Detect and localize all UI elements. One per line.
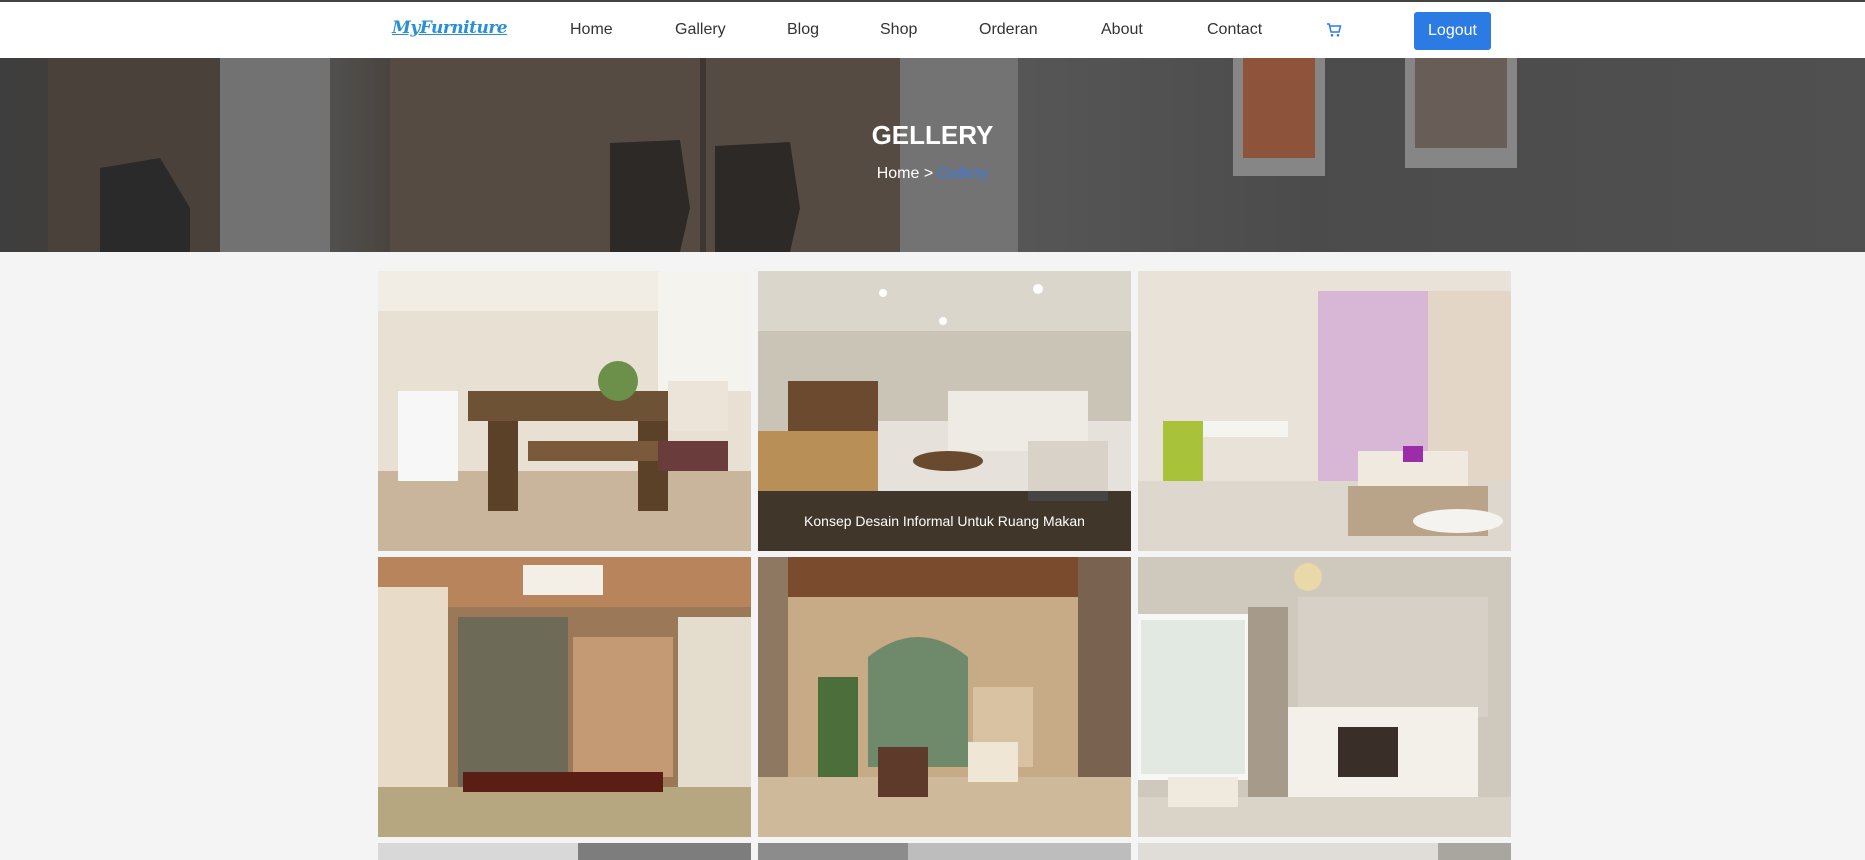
logout-button[interactable]: Logout <box>1414 12 1491 50</box>
cart-icon[interactable] <box>1326 22 1342 38</box>
nav-home[interactable]: Home <box>570 21 613 39</box>
breadcrumb-home[interactable]: Home <box>877 165 920 182</box>
gallery-item[interactable] <box>378 557 751 837</box>
nav-shop[interactable]: Shop <box>880 21 917 39</box>
gallery-item[interactable] <box>758 557 1131 837</box>
gallery-image <box>1138 843 1511 860</box>
gallery-image <box>378 843 751 860</box>
gallery-image <box>1138 271 1511 551</box>
hero-background-image <box>48 58 1517 252</box>
gallery-item[interactable]: Konsep Desain Informal Untuk Ruang Makan <box>758 271 1131 551</box>
gallery-caption: Konsep Desain Informal Untuk Ruang Makan <box>758 491 1131 551</box>
breadcrumb-separator: > <box>923 165 934 182</box>
gallery-image <box>1138 557 1511 837</box>
gallery-image <box>758 843 1131 860</box>
top-navbar: MyFurniture Home Gallery Blog Shop Order… <box>0 0 1865 58</box>
nav-blog[interactable]: Blog <box>787 21 819 39</box>
page-title: GELLERY <box>871 120 994 150</box>
breadcrumb-current: Gallery <box>937 165 989 182</box>
nav-gallery[interactable]: Gallery <box>675 21 726 39</box>
gallery-item[interactable] <box>1138 843 1511 860</box>
gallery-item[interactable] <box>378 271 751 551</box>
gallery-item[interactable] <box>1138 557 1511 837</box>
breadcrumb: Home > Gallery <box>0 165 1865 183</box>
gallery-image <box>758 557 1131 837</box>
gallery-image <box>378 271 751 551</box>
nav-orderan[interactable]: Orderan <box>979 21 1038 39</box>
gallery-item[interactable] <box>378 843 751 860</box>
gallery-item[interactable] <box>758 843 1131 860</box>
page-hero-banner: GELLERY Home > Gallery <box>0 58 1865 252</box>
gallery-image <box>378 557 751 837</box>
site-logo[interactable]: MyFurniture <box>392 18 508 38</box>
nav-contact[interactable]: Contact <box>1207 21 1262 39</box>
gallery-item[interactable] <box>1138 271 1511 551</box>
nav-about[interactable]: About <box>1101 21 1143 39</box>
